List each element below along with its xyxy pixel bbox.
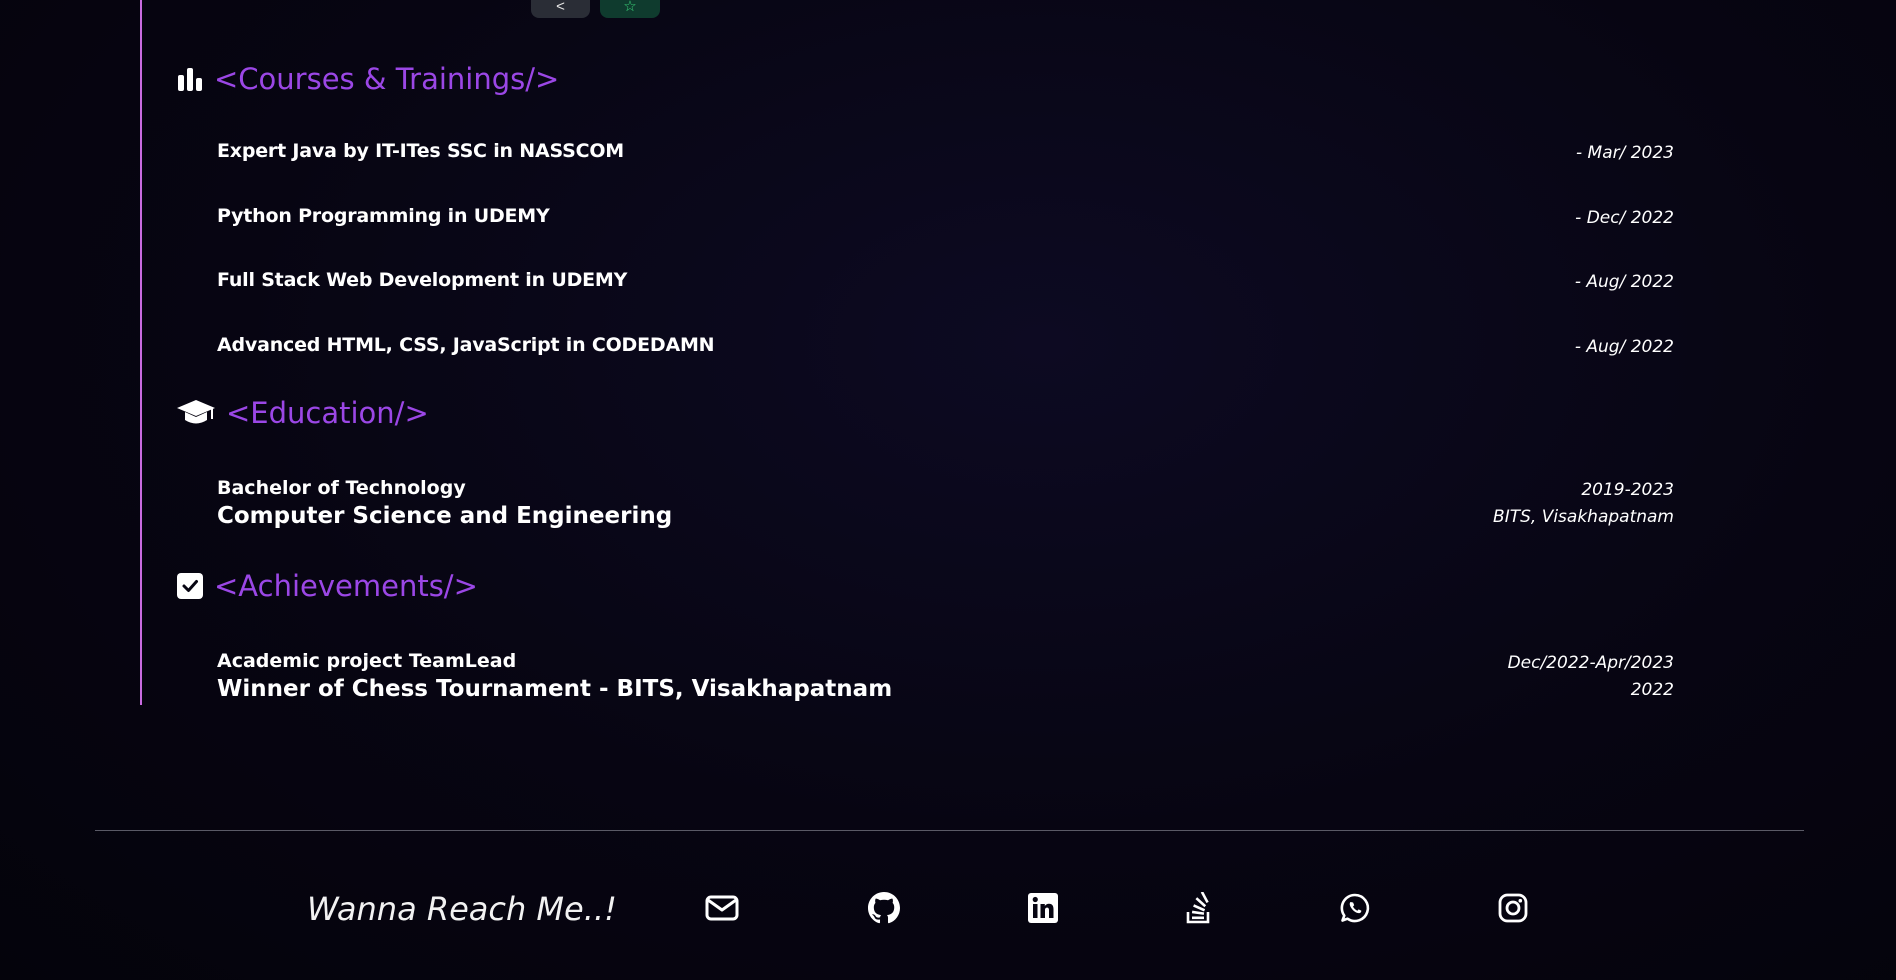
timeline-line [140, 0, 142, 705]
prev-chip[interactable]: < [531, 0, 590, 18]
achievement-item: Academic project TeamLead Winner of Ches… [217, 650, 1674, 704]
education-years: 2019-2023 [1581, 480, 1674, 500]
course-date: - Mar/ 2023 [1575, 143, 1674, 163]
course-title: Python Programming in UDEMY [217, 205, 550, 227]
stackoverflow-icon[interactable] [1181, 890, 1217, 926]
course-item: Python Programming in UDEMY - Dec/ 2022 [217, 205, 1674, 232]
major: Computer Science and Engineering [217, 503, 673, 529]
education-item: Bachelor of Technology Computer Science … [217, 477, 1674, 531]
education-meta: 2019-2023 BITS, Visakhapatnam [1493, 477, 1674, 531]
course-item: Expert Java by IT-ITes SSC in NASSCOM - … [217, 140, 1674, 167]
course-item: Advanced HTML, CSS, JavaScript in CODEDA… [217, 334, 1674, 361]
achievements-title: <Achievements/> [214, 569, 478, 603]
achievement-line-2: Winner of Chess Tournament - BITS, Visak… [217, 676, 893, 702]
instagram-icon[interactable] [1495, 890, 1531, 926]
course-date: - Dec/ 2022 [1575, 208, 1674, 228]
star-chip[interactable]: ☆ [600, 0, 660, 18]
course-date: - Aug/ 2022 [1574, 272, 1674, 292]
course-title: Expert Java by IT-ITes SSC in NASSCOM [217, 140, 624, 162]
education-institution: BITS, Visakhapatnam [1493, 507, 1674, 527]
achievement-date-2: 2022 [1630, 680, 1674, 700]
email-icon[interactable] [704, 890, 740, 926]
achievement-info: Academic project TeamLead Winner of Ches… [217, 650, 892, 702]
github-icon[interactable] [866, 890, 902, 926]
footer-divider [95, 830, 1804, 831]
checkbox-icon [176, 572, 204, 600]
linkedin-icon[interactable] [1025, 890, 1061, 926]
whatsapp-icon[interactable] [1337, 890, 1373, 926]
reach-text: Wanna Reach Me..! [307, 890, 617, 928]
education-heading: <Education/> [176, 396, 429, 430]
graduation-cap-icon [176, 398, 216, 428]
degree: Bachelor of Technology [217, 477, 466, 499]
education-info: Bachelor of Technology Computer Science … [217, 477, 672, 529]
courses-title: <Courses & Trainings/> [214, 62, 560, 96]
education-title: <Education/> [226, 396, 429, 430]
achievement-dates: Dec/2022-Apr/2023 2022 [1508, 650, 1674, 704]
top-chips: < ☆ [531, 0, 660, 18]
course-item: Full Stack Web Development in UDEMY - Au… [217, 269, 1674, 296]
achievement-date-1: Dec/2022-Apr/2023 [1507, 653, 1674, 673]
achievements-heading: <Achievements/> [176, 569, 478, 603]
bar-chart-icon [176, 65, 204, 93]
course-title: Full Stack Web Development in UDEMY [217, 269, 628, 291]
course-title: Advanced HTML, CSS, JavaScript in CODEDA… [217, 334, 715, 356]
achievement-line-1: Academic project TeamLead [217, 650, 517, 672]
course-date: - Aug/ 2022 [1574, 337, 1674, 357]
courses-heading: <Courses & Trainings/> [176, 62, 559, 96]
footer: Wanna Reach Me..! [0, 878, 1896, 938]
